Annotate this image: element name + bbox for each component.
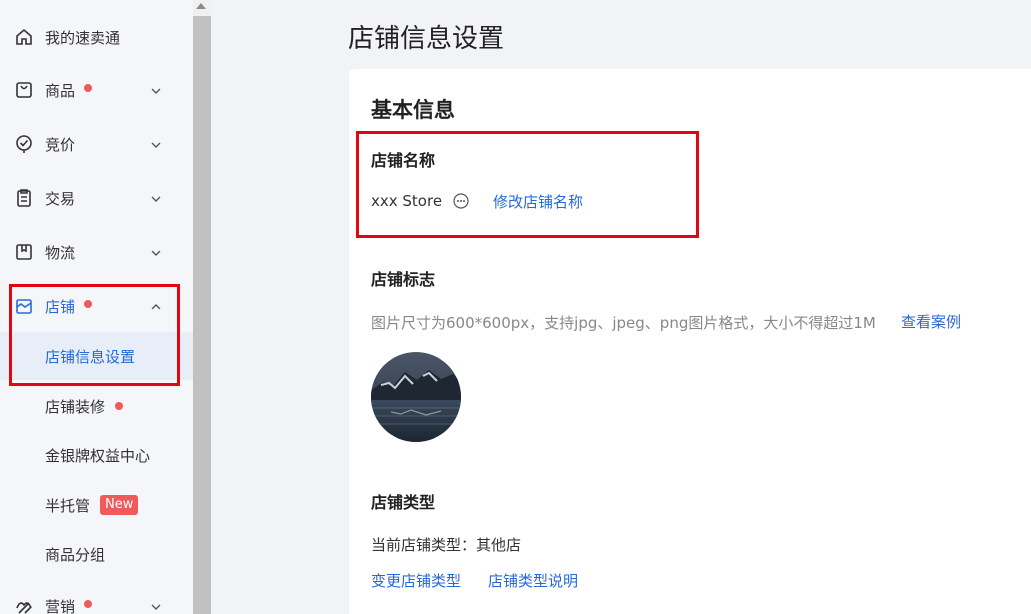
change-store-type-link[interactable]: 变更店铺类型 [371,570,461,591]
sidebar-item-marketing[interactable]: 营销 [0,586,193,614]
chevron-down-icon[interactable] [149,83,163,97]
sidebar-item-bidding[interactable]: 竞价 [0,124,193,164]
current-store-type-text: 当前店铺类型：其他店 [371,536,522,554]
sidebar-item-label: 物流 [45,243,76,262]
scroll-up-arrow-icon[interactable] [196,3,206,9]
sidebar-subitem-product-groups[interactable]: 商品分组 [0,530,193,578]
notification-dot [115,402,123,410]
sidebar-subitem-label: 店铺装修 [45,397,106,416]
sidebar-item-label: 商品 [45,81,76,100]
notification-dot [84,84,92,92]
chevron-down-icon[interactable] [149,137,163,151]
sidebar-item-label: 我的速卖通 [45,28,121,47]
highlight-box-store-nav [9,284,180,386]
chevron-down-icon[interactable] [149,245,163,259]
scrollbar-thumb[interactable] [193,16,211,614]
new-badge: New [100,495,139,515]
sidebar-item-products[interactable]: 商品 [0,70,193,110]
clipboard-icon [13,187,35,209]
sidebar-subitem-label: 金银牌权益中心 [45,446,151,465]
sidebar-item-label: 竞价 [45,135,76,154]
sidebar-subitem-semi-managed[interactable]: 半托管 New [0,481,193,529]
highlight-box-store-name [356,131,699,238]
store-logo-image[interactable] [371,352,461,442]
store-type-description-link[interactable]: 店铺类型说明 [488,570,578,591]
sidebar-item-trade[interactable]: 交易 [0,178,193,218]
home-icon [13,26,35,48]
sidebar-item-label: 交易 [45,189,76,208]
view-example-link[interactable]: 查看案例 [901,311,961,332]
sidebar-item-label: 营销 [45,597,76,614]
store-type-label: 店铺类型 [371,493,436,512]
chevron-down-icon[interactable] [149,599,163,613]
sidebar-item-home[interactable]: 我的速卖通 [0,17,193,57]
chevron-down-icon[interactable] [149,191,163,205]
page-title: 店铺信息设置 [348,24,505,54]
sidebar-subitem-store-decoration[interactable]: 店铺装修 [0,382,193,430]
store-logo-label: 店铺标志 [371,270,436,289]
sidebar-item-logistics[interactable]: 物流 [0,232,193,272]
bag-icon [13,79,35,101]
notification-dot [84,600,92,608]
sidebar-subitem-label: 商品分组 [45,545,106,564]
sidebar-subitem-medal-center[interactable]: 金银牌权益中心 [0,431,193,479]
bid-icon [13,133,35,155]
sidebar-subitem-label: 半托管 [45,496,91,515]
logo-requirements-hint: 图片尺寸为600*600px，支持jpg、jpeg、png图片格式，大小不得超过… [371,314,876,332]
section-heading-basic-info: 基本信息 [371,98,455,122]
marketing-icon [13,595,35,614]
box-icon [13,241,35,263]
